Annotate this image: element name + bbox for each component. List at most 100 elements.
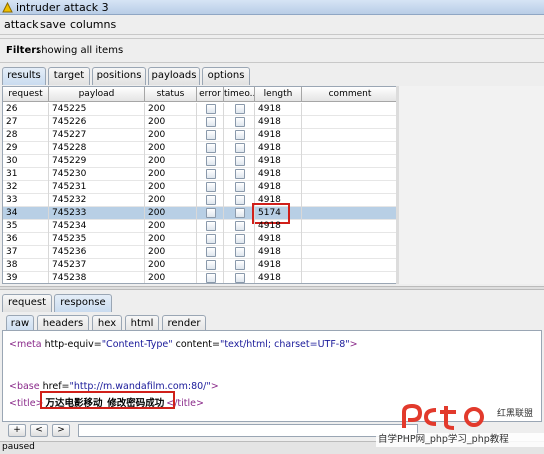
split-divider[interactable] [0,286,544,290]
prev-button[interactable]: < [30,424,48,437]
timeout-cell[interactable] [224,181,255,194]
error-cell[interactable] [197,259,224,272]
error-cell[interactable] [197,103,224,116]
timeout-cell[interactable] [224,142,255,155]
timeout-cell[interactable] [224,207,255,220]
comment-cell [302,207,397,220]
results-table[interactable]: request payload status error timeo... le… [2,86,398,284]
table-row[interactable]: 37 745236 200 4918 [3,246,397,259]
window-title: intruder attack 3 [16,1,109,14]
error-cell[interactable] [197,116,224,129]
error-checkbox[interactable] [206,104,216,114]
error-checkbox[interactable] [206,182,216,192]
error-checkbox[interactable] [206,117,216,127]
col-comment[interactable]: comment [302,87,397,102]
tab-positions[interactable]: positions [92,67,146,85]
menu-attack[interactable]: attack [4,18,39,31]
timeout-checkbox[interactable] [235,234,245,244]
tab-results[interactable]: results [2,67,46,85]
tab-request[interactable]: request [2,294,52,312]
timeout-cell[interactable] [224,103,255,116]
timeout-cell[interactable] [224,272,255,283]
table-row[interactable]: 26 745225 200 4918 [3,103,397,116]
col-payload[interactable]: payload [49,87,145,102]
timeout-cell[interactable] [224,129,255,142]
error-cell[interactable] [197,207,224,220]
timeout-cell[interactable] [224,246,255,259]
error-checkbox[interactable] [206,208,216,218]
timeout-cell[interactable] [224,233,255,246]
timeout-cell[interactable] [224,155,255,168]
table-row[interactable]: 36 745235 200 4918 [3,233,397,246]
payload-cell: 745234 [49,220,145,233]
table-row[interactable]: 27 745226 200 4918 [3,116,397,129]
timeout-checkbox[interactable] [235,156,245,166]
error-checkbox[interactable] [206,156,216,166]
error-checkbox[interactable] [206,143,216,153]
menu-save[interactable]: save [40,18,66,31]
col-error[interactable]: error [197,87,224,102]
timeout-checkbox[interactable] [235,195,245,205]
timeout-cell[interactable] [224,194,255,207]
col-request[interactable]: request [3,87,49,102]
length-cell: 4918 [255,155,302,168]
error-checkbox[interactable] [206,273,216,283]
error-checkbox[interactable] [206,130,216,140]
timeout-checkbox[interactable] [235,143,245,153]
timeout-checkbox[interactable] [235,104,245,114]
error-cell[interactable] [197,168,224,181]
tab-options[interactable]: options [202,67,250,85]
error-cell[interactable] [197,233,224,246]
error-checkbox[interactable] [206,247,216,257]
error-checkbox[interactable] [206,260,216,270]
col-timeout[interactable]: timeo... [224,87,255,102]
request-cell: 31 [3,168,49,181]
error-checkbox[interactable] [206,195,216,205]
table-row[interactable]: 34 745233 200 5174 [3,207,397,220]
tab-response[interactable]: response [54,294,112,312]
table-row[interactable]: 31 745230 200 4918 [3,168,397,181]
error-checkbox[interactable] [206,169,216,179]
table-row[interactable]: 33 745232 200 4918 [3,194,397,207]
filter-bar[interactable]: Filter: showing all items [0,38,544,63]
timeout-cell[interactable] [224,116,255,129]
error-cell[interactable] [197,142,224,155]
timeout-checkbox[interactable] [235,260,245,270]
timeout-cell[interactable] [224,168,255,181]
error-cell[interactable] [197,129,224,142]
timeout-checkbox[interactable] [235,182,245,192]
table-row[interactable]: 38 745237 200 4918 [3,259,397,272]
table-row[interactable]: 28 745227 200 4918 [3,129,397,142]
status-cell: 200 [145,142,197,155]
timeout-checkbox[interactable] [235,117,245,127]
col-length[interactable]: length [255,87,302,102]
tab-payloads[interactable]: payloads [148,67,200,85]
col-status[interactable]: status [145,87,197,102]
timeout-checkbox[interactable] [235,169,245,179]
table-row[interactable]: 39 745238 200 4918 [3,272,397,283]
error-checkbox[interactable] [206,234,216,244]
timeout-checkbox[interactable] [235,221,245,231]
timeout-checkbox[interactable] [235,208,245,218]
error-cell[interactable] [197,246,224,259]
menu-columns[interactable]: columns [70,18,116,31]
add-button[interactable]: + [8,424,26,437]
timeout-checkbox[interactable] [235,130,245,140]
table-row[interactable]: 35 745234 200 4918 [3,220,397,233]
error-checkbox[interactable] [206,221,216,231]
table-row[interactable]: 30 745229 200 4918 [3,155,397,168]
timeout-cell[interactable] [224,220,255,233]
search-input[interactable] [78,424,418,437]
error-cell[interactable] [197,181,224,194]
error-cell[interactable] [197,194,224,207]
table-row[interactable]: 29 745228 200 4918 [3,142,397,155]
timeout-checkbox[interactable] [235,273,245,283]
tab-target[interactable]: target [48,67,90,85]
timeout-checkbox[interactable] [235,247,245,257]
error-cell[interactable] [197,220,224,233]
timeout-cell[interactable] [224,259,255,272]
next-button[interactable]: > [52,424,70,437]
error-cell[interactable] [197,155,224,168]
table-row[interactable]: 32 745231 200 4918 [3,181,397,194]
error-cell[interactable] [197,272,224,283]
